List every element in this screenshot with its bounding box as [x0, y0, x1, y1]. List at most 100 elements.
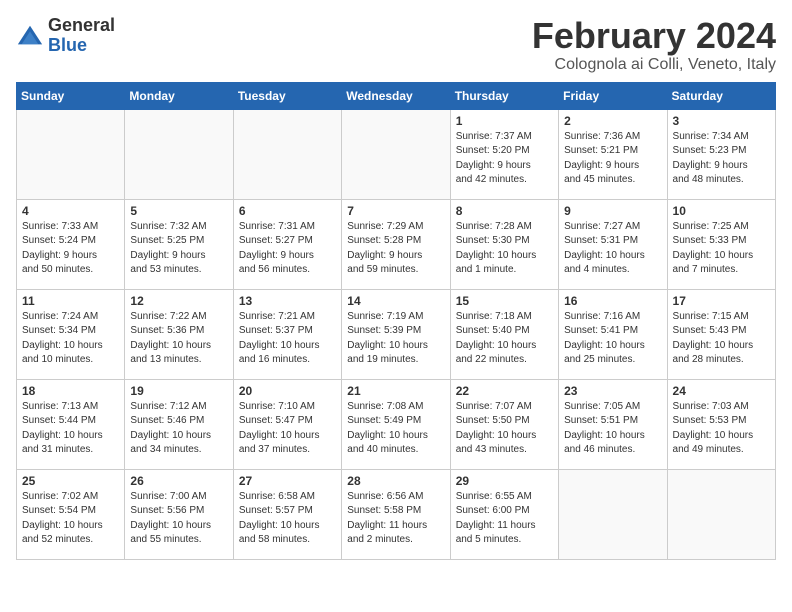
week-row-2: 11 Sunrise: 7:24 AM Sunset: 5:34 PM Dayli… [17, 289, 776, 379]
day-info: Sunrise: 7:31 AM Sunset: 5:27 PM Dayligh… [239, 220, 336, 278]
calendar-cell: 12 Sunrise: 7:22 AM Sunset: 5:36 PM Dayli… [125, 289, 233, 379]
day-number: 28 [347, 474, 444, 488]
calendar-cell: 9 Sunrise: 7:27 AM Sunset: 5:31 PM Daylig… [559, 199, 667, 289]
calendar-cell: 22 Sunrise: 7:07 AM Sunset: 5:50 PM Dayli… [450, 379, 558, 469]
day-info: Sunrise: 7:19 AM Sunset: 5:39 PM Dayligh… [347, 310, 444, 368]
location-title: Colognola ai Colli, Veneto, Italy [532, 56, 776, 74]
day-number: 29 [456, 474, 553, 488]
calendar-cell: 2Sunrise: 7:36 AM Sunset: 5:21 PM Daylig… [559, 109, 667, 199]
day-info: Sunrise: 7:34 AM Sunset: 5:23 PM Dayligh… [673, 130, 770, 188]
day-info: Sunrise: 7:21 AM Sunset: 5:37 PM Dayligh… [239, 310, 336, 368]
day-number: 11 [22, 294, 119, 308]
day-number: 5 [130, 204, 227, 218]
calendar-cell [342, 109, 450, 199]
day-number: 9 [564, 204, 661, 218]
calendar-cell: 18 Sunrise: 7:13 AM Sunset: 5:44 PM Dayli… [17, 379, 125, 469]
day-number: 15 [456, 294, 553, 308]
month-title: February 2024 [532, 16, 776, 56]
logo-blue: Blue [48, 36, 115, 56]
header-tuesday: Tuesday [233, 82, 341, 109]
logo-icon [16, 22, 44, 50]
day-number: 18 [22, 384, 119, 398]
day-number: 14 [347, 294, 444, 308]
header-thursday: Thursday [450, 82, 558, 109]
day-info: Sunrise: 6:56 AM Sunset: 5:58 PM Dayligh… [347, 490, 444, 548]
calendar-cell [559, 469, 667, 559]
calendar-cell: 6 Sunrise: 7:31 AM Sunset: 5:27 PM Daylig… [233, 199, 341, 289]
calendar-cell [17, 109, 125, 199]
day-number: 22 [456, 384, 553, 398]
day-number: 12 [130, 294, 227, 308]
calendar-cell: 29 Sunrise: 6:55 AM Sunset: 6:00 PM Dayli… [450, 469, 558, 559]
day-info: Sunrise: 7:18 AM Sunset: 5:40 PM Dayligh… [456, 310, 553, 368]
day-info: Sunrise: 7:13 AM Sunset: 5:44 PM Dayligh… [22, 400, 119, 458]
day-number: 24 [673, 384, 770, 398]
title-block: February 2024 Colognola ai Colli, Veneto… [532, 16, 776, 74]
day-info: Sunrise: 7:28 AM Sunset: 5:30 PM Dayligh… [456, 220, 553, 278]
day-number: 21 [347, 384, 444, 398]
day-number: 17 [673, 294, 770, 308]
calendar-cell [233, 109, 341, 199]
day-info: Sunrise: 7:15 AM Sunset: 5:43 PM Dayligh… [673, 310, 770, 368]
calendar-cell: 8Sunrise: 7:28 AM Sunset: 5:30 PM Daylig… [450, 199, 558, 289]
day-number: 3 [673, 114, 770, 128]
calendar-cell: 25 Sunrise: 7:02 AM Sunset: 5:54 PM Dayli… [17, 469, 125, 559]
header-wednesday: Wednesday [342, 82, 450, 109]
calendar-header-row: SundayMondayTuesdayWednesdayThursdayFrid… [17, 82, 776, 109]
calendar-cell: 23 Sunrise: 7:05 AM Sunset: 5:51 PM Dayli… [559, 379, 667, 469]
day-number: 16 [564, 294, 661, 308]
header-sunday: Sunday [17, 82, 125, 109]
logo-text: General Blue [48, 16, 115, 56]
day-number: 26 [130, 474, 227, 488]
calendar-cell: 24 Sunrise: 7:03 AM Sunset: 5:53 PM Dayli… [667, 379, 775, 469]
day-info: Sunrise: 7:32 AM Sunset: 5:25 PM Dayligh… [130, 220, 227, 278]
calendar-cell: 13 Sunrise: 7:21 AM Sunset: 5:37 PM Dayli… [233, 289, 341, 379]
calendar-cell: 15 Sunrise: 7:18 AM Sunset: 5:40 PM Dayli… [450, 289, 558, 379]
week-row-4: 25 Sunrise: 7:02 AM Sunset: 5:54 PM Dayli… [17, 469, 776, 559]
calendar-cell: 21Sunrise: 7:08 AM Sunset: 5:49 PM Dayli… [342, 379, 450, 469]
day-number: 2 [564, 114, 661, 128]
header-friday: Friday [559, 82, 667, 109]
calendar-cell: 28 Sunrise: 6:56 AM Sunset: 5:58 PM Dayli… [342, 469, 450, 559]
day-number: 4 [22, 204, 119, 218]
day-info: Sunrise: 7:16 AM Sunset: 5:41 PM Dayligh… [564, 310, 661, 368]
header-monday: Monday [125, 82, 233, 109]
day-number: 20 [239, 384, 336, 398]
calendar-cell [125, 109, 233, 199]
day-info: Sunrise: 7:24 AM Sunset: 5:34 PM Dayligh… [22, 310, 119, 368]
page-header: General Blue February 2024 Colognola ai … [16, 16, 776, 74]
week-row-1: 4 Sunrise: 7:33 AM Sunset: 5:24 PM Daylig… [17, 199, 776, 289]
week-row-0: 1Sunrise: 7:37 AM Sunset: 5:20 PM Daylig… [17, 109, 776, 199]
day-info: Sunrise: 7:12 AM Sunset: 5:46 PM Dayligh… [130, 400, 227, 458]
logo-general: General [48, 16, 115, 36]
day-info: Sunrise: 7:02 AM Sunset: 5:54 PM Dayligh… [22, 490, 119, 548]
day-info: Sunrise: 7:22 AM Sunset: 5:36 PM Dayligh… [130, 310, 227, 368]
calendar-cell: 17 Sunrise: 7:15 AM Sunset: 5:43 PM Dayli… [667, 289, 775, 379]
day-info: Sunrise: 6:58 AM Sunset: 5:57 PM Dayligh… [239, 490, 336, 548]
day-number: 25 [22, 474, 119, 488]
calendar-cell: 4 Sunrise: 7:33 AM Sunset: 5:24 PM Daylig… [17, 199, 125, 289]
header-saturday: Saturday [667, 82, 775, 109]
day-info: Sunrise: 7:29 AM Sunset: 5:28 PM Dayligh… [347, 220, 444, 278]
day-info: Sunrise: 6:55 AM Sunset: 6:00 PM Dayligh… [456, 490, 553, 548]
day-info: Sunrise: 7:33 AM Sunset: 5:24 PM Dayligh… [22, 220, 119, 278]
day-info: Sunrise: 7:03 AM Sunset: 5:53 PM Dayligh… [673, 400, 770, 458]
day-info: Sunrise: 7:07 AM Sunset: 5:50 PM Dayligh… [456, 400, 553, 458]
day-number: 6 [239, 204, 336, 218]
day-number: 13 [239, 294, 336, 308]
week-row-3: 18 Sunrise: 7:13 AM Sunset: 5:44 PM Dayli… [17, 379, 776, 469]
calendar-cell: 19 Sunrise: 7:12 AM Sunset: 5:46 PM Dayli… [125, 379, 233, 469]
calendar-cell: 11 Sunrise: 7:24 AM Sunset: 5:34 PM Dayli… [17, 289, 125, 379]
calendar-cell: 16 Sunrise: 7:16 AM Sunset: 5:41 PM Dayli… [559, 289, 667, 379]
calendar-cell: 1Sunrise: 7:37 AM Sunset: 5:20 PM Daylig… [450, 109, 558, 199]
day-info: Sunrise: 7:27 AM Sunset: 5:31 PM Dayligh… [564, 220, 661, 278]
calendar-cell: 10Sunrise: 7:25 AM Sunset: 5:33 PM Dayli… [667, 199, 775, 289]
day-number: 19 [130, 384, 227, 398]
day-number: 23 [564, 384, 661, 398]
day-info: Sunrise: 7:10 AM Sunset: 5:47 PM Dayligh… [239, 400, 336, 458]
day-info: Sunrise: 7:05 AM Sunset: 5:51 PM Dayligh… [564, 400, 661, 458]
day-number: 27 [239, 474, 336, 488]
calendar-table: SundayMondayTuesdayWednesdayThursdayFrid… [16, 82, 776, 560]
calendar-cell: 27 Sunrise: 6:58 AM Sunset: 5:57 PM Dayli… [233, 469, 341, 559]
day-number: 10 [673, 204, 770, 218]
